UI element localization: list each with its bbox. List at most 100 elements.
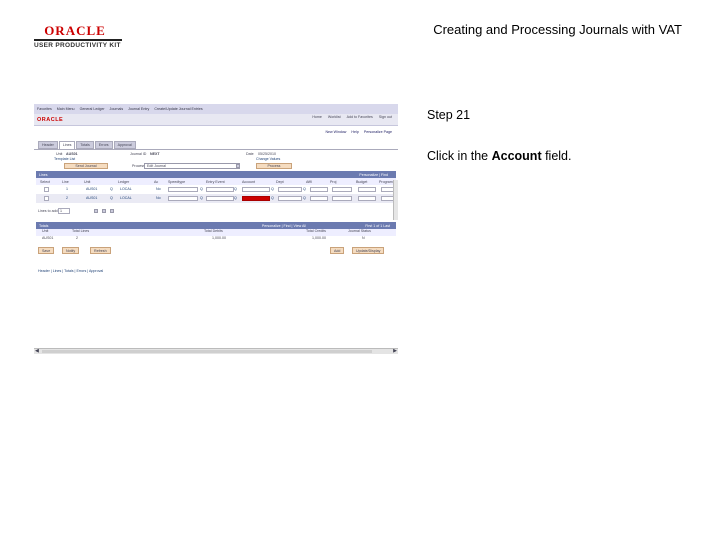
proj-field[interactable] (332, 196, 352, 201)
process-dropdown-icon[interactable] (236, 164, 240, 168)
page-tabs: Header Lines Totals Errors Approval (34, 141, 398, 149)
dept-lookup-icon[interactable]: Q (303, 196, 306, 200)
top-links: Home Worklist Add to Favorites Sign out (312, 115, 392, 119)
unit-value: AUS01 (86, 196, 98, 200)
process-select[interactable]: Edit Journal (144, 163, 240, 169)
instruction-suffix: field. (541, 149, 572, 163)
col-unit: Unit (84, 179, 91, 184)
worklist-link[interactable]: Worklist (328, 115, 341, 119)
breadcrumb-journals[interactable]: Journals (110, 107, 124, 111)
entry-event-lookup-icon[interactable]: Q (234, 196, 237, 200)
app-header: ORACLE Home Worklist Add to Favorites Si… (34, 114, 398, 126)
help-link[interactable]: Help (351, 130, 358, 134)
affil-field[interactable] (310, 187, 328, 192)
tab-totals[interactable]: Totals (76, 141, 94, 149)
unit-lookup-icon[interactable]: Q (110, 196, 113, 200)
breadcrumb-bar: Favorites Main Menu General Ledger Journ… (34, 104, 398, 114)
breadcrumb-main-menu[interactable]: Main Menu (57, 107, 75, 111)
scroll-left-icon[interactable]: ◀ (35, 349, 39, 354)
account-field-highlighted[interactable] (242, 196, 270, 201)
unit-value: AUS01 (86, 187, 98, 191)
document-title: Creating and Processing Journals with VA… (433, 22, 682, 37)
entry-event-field[interactable] (206, 187, 234, 192)
select-checkbox[interactable] (44, 187, 49, 192)
speedtype-field[interactable] (168, 187, 198, 192)
page-links: New Window Help Personalize Page (34, 126, 398, 138)
refresh-button[interactable]: Refresh (90, 247, 111, 254)
tab-header[interactable]: Header (38, 141, 58, 149)
save-button[interactable]: Save (38, 247, 55, 254)
budget-field[interactable] (358, 196, 376, 201)
affil-field[interactable] (310, 196, 328, 201)
template-list-link[interactable]: Template List (54, 157, 75, 161)
col-budget: Budget (356, 179, 368, 184)
account-field[interactable] (242, 187, 270, 192)
table-row: 2 AUS01 Q LOCAL No Q Q Q Q (36, 194, 396, 203)
account-lookup-icon[interactable]: Q (271, 187, 274, 191)
breadcrumb-create-update[interactable]: Create/Update Journal Entries (154, 107, 202, 111)
ledger-value: LOCAL (120, 196, 132, 200)
tab-approval[interactable]: Approval (113, 141, 136, 149)
lines-to-add-label: Lines to add (38, 209, 58, 213)
account-lookup-icon[interactable]: Q (271, 196, 274, 200)
lines-to-add-input[interactable]: 1 (58, 208, 70, 214)
search-icon[interactable] (102, 209, 106, 213)
oracle-wordmark: ORACLE (44, 23, 106, 38)
speedtype-lookup-icon[interactable]: Q (200, 187, 203, 191)
entry-event-field[interactable] (206, 196, 234, 201)
personalize-page-link[interactable]: Personalize Page (364, 130, 392, 134)
dept-lookup-icon[interactable]: Q (303, 187, 306, 191)
breadcrumb-journal-entry[interactable]: Journal Entry (128, 107, 149, 111)
tab-errors[interactable]: Errors (94, 141, 113, 149)
unit-lookup-icon[interactable]: Q (110, 187, 113, 191)
home-link[interactable]: Home (312, 115, 322, 119)
scroll-right-icon[interactable]: ▶ (393, 349, 397, 354)
col-ac: Ac (154, 179, 159, 184)
add-button[interactable]: Add (330, 247, 345, 254)
scrollbar-thumb[interactable] (42, 350, 372, 353)
entry-event-lookup-icon[interactable]: Q (234, 187, 237, 191)
ledger-value: LOCAL (120, 187, 132, 191)
totals-pager[interactable]: First 1 of 1 Last (365, 224, 390, 228)
add-favorites-link[interactable]: Add to Favorites (347, 115, 373, 119)
totals-grid-nav[interactable]: Personalize | Find | View All (262, 224, 306, 228)
logo-divider (34, 39, 122, 41)
instruction-field-name: Account (491, 149, 542, 163)
journal-status-value: N (362, 236, 365, 240)
speedtype-lookup-icon[interactable]: Q (200, 196, 203, 200)
change-values-link[interactable]: Change Values (256, 157, 280, 161)
tab-lines[interactable]: Lines (58, 141, 76, 149)
col-ledger: Ledger (118, 179, 130, 184)
col-dept: Dept (276, 179, 284, 184)
proj-field[interactable] (332, 187, 352, 192)
total-debits-value: 1,000.00 (212, 236, 226, 240)
sign-out-link[interactable]: Sign out (379, 115, 392, 119)
send-journal-button[interactable]: Send Journal (64, 163, 108, 169)
dept-field[interactable] (278, 196, 302, 201)
add-lines-icon[interactable] (94, 209, 98, 213)
oracle-upk-logo: ORACLE USER PRODUCTIVITY KIT (34, 24, 124, 49)
instruction-prefix: Click in the (427, 149, 492, 163)
lines-vertical-scrollbar[interactable] (393, 180, 398, 220)
col-total-lines: Total Lines (72, 229, 90, 233)
col-total-debits: Total Debits (204, 229, 223, 233)
select-checkbox[interactable] (44, 196, 49, 201)
dept-field[interactable] (278, 187, 302, 192)
lines-grid-header: Lines Personalize | Find (36, 171, 396, 178)
footer-links[interactable]: Header | Lines | Totals | Errors | Appro… (38, 269, 103, 273)
process-button[interactable]: Process (256, 163, 292, 169)
speedtype-field[interactable] (168, 196, 198, 201)
notify-button[interactable]: Notify (62, 247, 80, 254)
new-window-link[interactable]: New Window (325, 130, 346, 134)
budget-field[interactable] (358, 187, 376, 192)
total-credits-value: 1,000.00 (312, 236, 326, 240)
totals-title: Totals (39, 223, 49, 228)
line-number: 2 (66, 196, 68, 200)
copy-icon[interactable] (110, 209, 114, 213)
horizontal-scrollbar[interactable]: ◀ ▶ (34, 348, 398, 354)
table-row: AUS01 2 1,000.00 1,000.00 N (36, 236, 396, 243)
lines-grid-nav[interactable]: Personalize | Find (359, 173, 388, 177)
breadcrumb-general-ledger[interactable]: General Ledger (80, 107, 105, 111)
breadcrumb-favorites[interactable]: Favorites (37, 107, 52, 111)
update-display-button[interactable]: Update/Display (352, 247, 385, 254)
